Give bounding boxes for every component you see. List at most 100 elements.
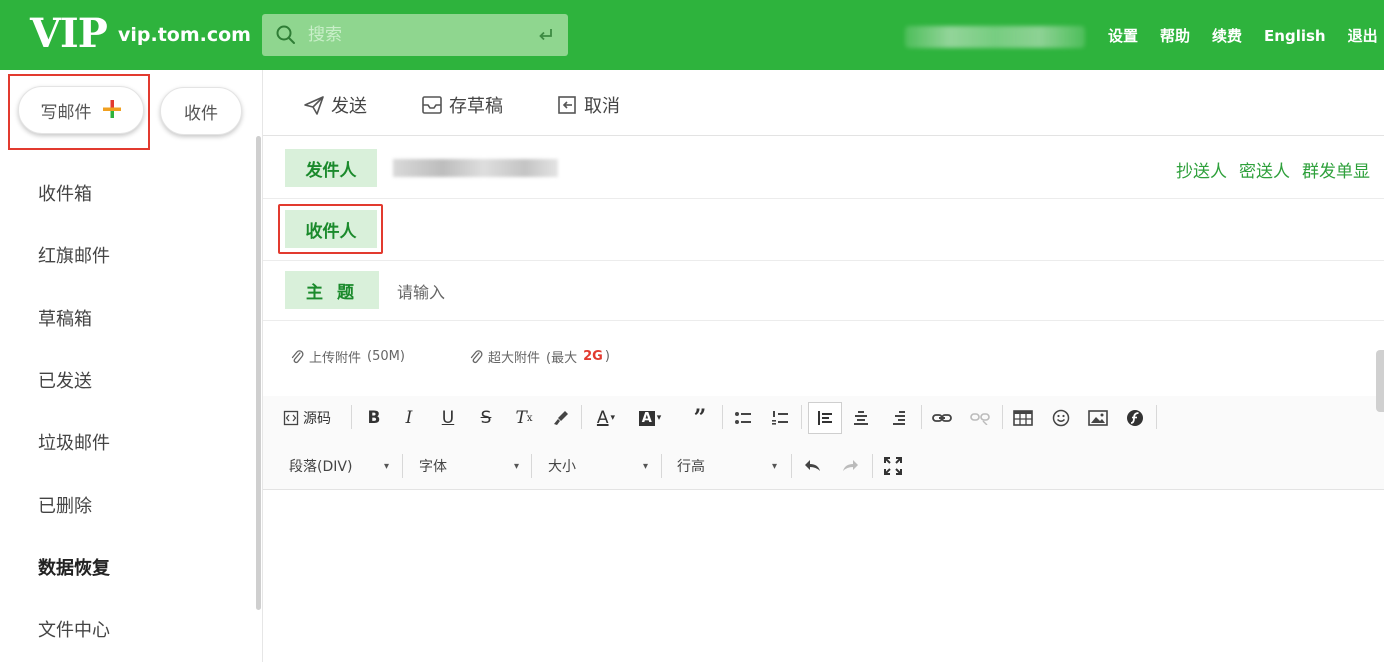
- align-center-icon[interactable]: [846, 403, 876, 433]
- header-links: 设置 帮助 续费 English 退出: [1108, 24, 1378, 48]
- draft-label: 存草稿: [449, 96, 503, 117]
- numbered-list-icon[interactable]: [765, 403, 795, 433]
- draft-icon: [422, 96, 442, 114]
- bullet-list-icon[interactable]: [728, 403, 758, 433]
- line-height-value: 行高: [677, 459, 705, 475]
- large-attachment-button[interactable]: 超大附件 (最大 2G ): [469, 347, 610, 366]
- large-limit-suffix: ): [604, 349, 610, 364]
- subject-input[interactable]: [397, 277, 1297, 307]
- line-height-select[interactable]: 行高 ▾: [677, 452, 777, 480]
- renew-link[interactable]: 续费: [1212, 24, 1242, 48]
- sidebar: 写邮件 收件 收件箱 红旗邮件 草稿箱 已发送 垃圾邮件 已删除 数据恢复 文件…: [0, 70, 262, 662]
- large-limit-size: 2G: [583, 349, 603, 364]
- cancel-label: 取消: [584, 96, 620, 117]
- redo-icon[interactable]: [835, 451, 865, 481]
- user-account-blurred: [905, 26, 1085, 48]
- save-draft-button[interactable]: 存草稿: [421, 92, 503, 118]
- chevron-down-icon: ▾: [383, 460, 389, 472]
- font-color-icon[interactable]: A ▾: [587, 403, 625, 433]
- collapse-panel-handle[interactable]: [1376, 350, 1384, 412]
- chevron-down-icon: ▾: [642, 460, 648, 472]
- large-attachment-label: 超大附件: [488, 351, 541, 366]
- font-size-value: 大小: [548, 459, 576, 475]
- strikethrough-icon[interactable]: S: [471, 403, 501, 433]
- source-code-label: 源码: [303, 411, 331, 427]
- align-left-icon[interactable]: [808, 402, 842, 434]
- logout-link[interactable]: 退出: [1348, 24, 1378, 48]
- search-box[interactable]: 搜索: [262, 14, 568, 56]
- send-button[interactable]: 发送: [303, 92, 367, 118]
- underline-icon[interactable]: U: [433, 403, 463, 433]
- send-icon: [304, 96, 324, 115]
- toolbar-separator: [661, 454, 662, 478]
- font-size-select[interactable]: 大小 ▾: [548, 452, 648, 480]
- flash-icon[interactable]: [1120, 403, 1150, 433]
- clear-format-icon[interactable]: Tx: [509, 403, 539, 433]
- paragraph-format-value: 段落(DIV): [289, 459, 353, 475]
- italic-icon[interactable]: I: [394, 403, 424, 433]
- cancel-button[interactable]: 取消: [556, 92, 620, 118]
- undo-icon[interactable]: [798, 451, 828, 481]
- sender-address-blurred[interactable]: [393, 159, 558, 177]
- toolbar-separator: [872, 454, 873, 478]
- table-icon[interactable]: [1008, 403, 1038, 433]
- to-label[interactable]: 收件人: [285, 210, 377, 248]
- bcc-link[interactable]: 密送人: [1239, 157, 1290, 182]
- folder-flagged[interactable]: 红旗邮件: [38, 244, 110, 270]
- toolbar-separator: [722, 405, 723, 429]
- settings-link[interactable]: 设置: [1108, 24, 1138, 48]
- receive-button[interactable]: 收件: [160, 87, 242, 135]
- paperclip-icon: [470, 349, 483, 363]
- chevron-down-icon: ▾: [771, 460, 777, 472]
- help-link[interactable]: 帮助: [1160, 24, 1190, 48]
- quote-icon[interactable]: ”: [685, 403, 715, 433]
- folder-inbox[interactable]: 收件箱: [38, 182, 92, 208]
- enter-icon[interactable]: [536, 25, 556, 45]
- compose-panel: 发送 存草稿 取消 发件人 抄送人 密送人 群发单显 收件人 主 题 请输入 上…: [263, 70, 1384, 662]
- cancel-icon: [558, 96, 576, 114]
- link-icon[interactable]: [927, 403, 957, 433]
- paperclip-icon: [291, 349, 304, 363]
- compose-toolbar: 发送 存草稿 取消: [263, 70, 1384, 136]
- source-code-button[interactable]: 源码: [283, 403, 343, 433]
- fullscreen-icon[interactable]: [878, 451, 908, 481]
- toolbar-separator: [1002, 405, 1003, 429]
- to-row[interactable]: 收件人: [263, 199, 1384, 261]
- folder-sent[interactable]: 已发送: [38, 369, 92, 395]
- subject-row: 主 题: [263, 261, 1384, 321]
- editor-toolbar: 源码 B I U S Tx A ▾ A ▾ ” 段落(DIV) ▾ 字体 ▾ 大…: [263, 396, 1384, 490]
- upload-attachment-button[interactable]: 上传附件 (50M): [290, 347, 405, 366]
- paragraph-format-select[interactable]: 段落(DIV) ▾: [289, 452, 389, 480]
- chevron-down-icon: ▾: [513, 460, 519, 472]
- toolbar-separator: [531, 454, 532, 478]
- toolbar-separator: [801, 405, 802, 429]
- domain-label: vip.tom.com: [118, 24, 251, 46]
- sidebar-scrollbar[interactable]: [256, 136, 261, 610]
- folder-data-recovery[interactable]: 数据恢复: [38, 556, 110, 582]
- subject-label: 主 题: [285, 271, 379, 309]
- folder-deleted[interactable]: 已删除: [38, 494, 92, 520]
- emoji-icon[interactable]: [1046, 403, 1076, 433]
- english-link[interactable]: English: [1264, 24, 1326, 48]
- search-placeholder: 搜索: [308, 25, 342, 45]
- folder-drafts[interactable]: 草稿箱: [38, 307, 92, 333]
- toolbar-separator: [351, 405, 352, 429]
- message-body-editor[interactable]: [263, 491, 1384, 662]
- vip-logo[interactable]: VIP: [30, 9, 108, 59]
- toolbar-separator: [921, 405, 922, 429]
- background-color-icon[interactable]: A ▾: [631, 403, 669, 433]
- image-icon[interactable]: [1083, 403, 1113, 433]
- font-family-select[interactable]: 字体 ▾: [419, 452, 519, 480]
- bold-icon[interactable]: B: [359, 403, 389, 433]
- compose-button[interactable]: 写邮件: [18, 86, 144, 134]
- separate-send-link[interactable]: 群发单显: [1302, 157, 1370, 182]
- cc-link[interactable]: 抄送人: [1176, 157, 1227, 182]
- from-label: 发件人: [285, 149, 377, 187]
- compose-label: 写邮件: [40, 102, 92, 123]
- source-code-icon: [283, 410, 299, 426]
- folder-spam[interactable]: 垃圾邮件: [38, 431, 110, 457]
- format-painter-icon[interactable]: [546, 403, 576, 433]
- align-right-icon[interactable]: [883, 403, 913, 433]
- unlink-icon[interactable]: [965, 403, 995, 433]
- folder-file-center[interactable]: 文件中心: [38, 618, 110, 644]
